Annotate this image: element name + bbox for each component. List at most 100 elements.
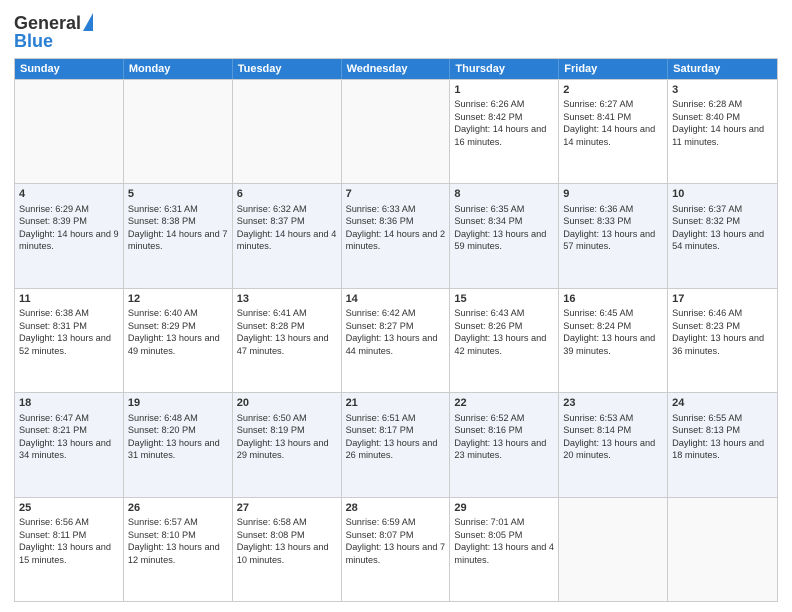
calendar-cell-24: 24 Sunrise: 6:55 AM Sunset: 8:13 PM Dayli… [668, 393, 777, 496]
day-info: Sunrise: 6:33 AM Sunset: 8:36 PM Dayligh… [346, 204, 446, 251]
calendar-cell-5: 5Sunrise: 6:31 AM Sunset: 8:38 PM Daylig… [124, 184, 233, 287]
calendar-cell-29: 29Sunrise: 7:01 AM Sunset: 8:05 PM Dayli… [450, 498, 559, 601]
day-info: Sunrise: 6:32 AM Sunset: 8:37 PM Dayligh… [237, 204, 337, 251]
calendar-cell-empty-0-2 [233, 80, 342, 183]
day-info: Sunrise: 6:48 AM Sunset: 8:20 PM Dayligh… [128, 413, 220, 460]
day-number: 11 [19, 292, 119, 307]
day-info: Sunrise: 6:56 AM Sunset: 8:11 PM Dayligh… [19, 517, 111, 564]
day-number: 8 [454, 187, 554, 202]
day-number: 17 [672, 292, 773, 307]
weekday-header-sunday: Sunday [15, 59, 124, 79]
day-info: Sunrise: 6:59 AM Sunset: 8:07 PM Dayligh… [346, 517, 446, 564]
calendar-cell-26: 26Sunrise: 6:57 AM Sunset: 8:10 PM Dayli… [124, 498, 233, 601]
day-number: 15 [454, 292, 554, 307]
day-number: 2 [563, 83, 663, 98]
calendar-cell-16: 16Sunrise: 6:45 AM Sunset: 8:24 PM Dayli… [559, 289, 668, 392]
day-info: Sunrise: 6:42 AM Sunset: 8:27 PM Dayligh… [346, 308, 438, 355]
day-number: 25 [19, 501, 119, 516]
weekday-header-friday: Friday [559, 59, 668, 79]
day-info: Sunrise: 6:50 AM Sunset: 8:19 PM Dayligh… [237, 413, 329, 460]
calendar-cell-21: 21Sunrise: 6:51 AM Sunset: 8:17 PM Dayli… [342, 393, 451, 496]
day-info: Sunrise: 6:53 AM Sunset: 8:14 PM Dayligh… [563, 413, 655, 460]
day-number: 4 [19, 187, 119, 202]
day-number: 29 [454, 501, 554, 516]
day-info: Sunrise: 6:57 AM Sunset: 8:10 PM Dayligh… [128, 517, 220, 564]
day-info: Sunrise: 6:40 AM Sunset: 8:29 PM Dayligh… [128, 308, 220, 355]
calendar-cell-14: 14Sunrise: 6:42 AM Sunset: 8:27 PM Dayli… [342, 289, 451, 392]
day-info: Sunrise: 6:31 AM Sunset: 8:38 PM Dayligh… [128, 204, 228, 251]
calendar-cell-1: 1Sunrise: 6:26 AM Sunset: 8:42 PM Daylig… [450, 80, 559, 183]
page: General Blue SundayMondayTuesdayWednesda… [0, 0, 792, 612]
calendar-cell-20: 20 Sunrise: 6:50 AM Sunset: 8:19 PM Dayli… [233, 393, 342, 496]
calendar-row-2: 11Sunrise: 6:38 AM Sunset: 8:31 PM Dayli… [15, 288, 777, 392]
calendar-cell-6: 6 Sunrise: 6:32 AM Sunset: 8:37 PM Daylig… [233, 184, 342, 287]
day-number: 19 [128, 396, 228, 411]
calendar-cell-2: 2Sunrise: 6:27 AM Sunset: 8:41 PM Daylig… [559, 80, 668, 183]
calendar-cell-empty-0-3 [342, 80, 451, 183]
calendar-cell-empty-0-0 [15, 80, 124, 183]
day-number: 18 [19, 396, 119, 411]
weekday-header-thursday: Thursday [450, 59, 559, 79]
day-number: 6 [237, 187, 337, 202]
calendar-cell-11: 11Sunrise: 6:38 AM Sunset: 8:31 PM Dayli… [15, 289, 124, 392]
calendar: SundayMondayTuesdayWednesdayThursdayFrid… [14, 58, 778, 602]
calendar-cell-3: 3Sunrise: 6:28 AM Sunset: 8:40 PM Daylig… [668, 80, 777, 183]
day-info: Sunrise: 6:55 AM Sunset: 8:13 PM Dayligh… [672, 413, 764, 460]
day-info: Sunrise: 6:36 AM Sunset: 8:33 PM Dayligh… [563, 204, 655, 251]
day-number: 1 [454, 83, 554, 98]
calendar-cell-15: 15Sunrise: 6:43 AM Sunset: 8:26 PM Dayli… [450, 289, 559, 392]
day-info: Sunrise: 6:51 AM Sunset: 8:17 PM Dayligh… [346, 413, 438, 460]
calendar-cell-17: 17Sunrise: 6:46 AM Sunset: 8:23 PM Dayli… [668, 289, 777, 392]
calendar-cell-9: 9Sunrise: 6:36 AM Sunset: 8:33 PM Daylig… [559, 184, 668, 287]
calendar-row-4: 25Sunrise: 6:56 AM Sunset: 8:11 PM Dayli… [15, 497, 777, 601]
weekday-header-wednesday: Wednesday [342, 59, 451, 79]
calendar-cell-13: 13Sunrise: 6:41 AM Sunset: 8:28 PM Dayli… [233, 289, 342, 392]
calendar-cell-empty-4-6 [668, 498, 777, 601]
day-info: Sunrise: 6:47 AM Sunset: 8:21 PM Dayligh… [19, 413, 111, 460]
day-number: 12 [128, 292, 228, 307]
calendar-cell-23: 23 Sunrise: 6:53 AM Sunset: 8:14 PM Dayli… [559, 393, 668, 496]
logo-blue: Blue [14, 32, 53, 52]
day-info: Sunrise: 6:43 AM Sunset: 8:26 PM Dayligh… [454, 308, 546, 355]
calendar-cell-4: 4 Sunrise: 6:29 AM Sunset: 8:39 PM Daylig… [15, 184, 124, 287]
day-info: Sunrise: 6:37 AM Sunset: 8:32 PM Dayligh… [672, 204, 764, 251]
calendar-cell-28: 28Sunrise: 6:59 AM Sunset: 8:07 PM Dayli… [342, 498, 451, 601]
day-number: 28 [346, 501, 446, 516]
calendar-cell-10: 10 Sunrise: 6:37 AM Sunset: 8:32 PM Dayli… [668, 184, 777, 287]
calendar-row-0: 1Sunrise: 6:26 AM Sunset: 8:42 PM Daylig… [15, 79, 777, 183]
day-info: Sunrise: 6:28 AM Sunset: 8:40 PM Dayligh… [672, 99, 764, 146]
day-number: 14 [346, 292, 446, 307]
calendar-cell-12: 12Sunrise: 6:40 AM Sunset: 8:29 PM Dayli… [124, 289, 233, 392]
calendar-cell-19: 19 Sunrise: 6:48 AM Sunset: 8:20 PM Dayli… [124, 393, 233, 496]
calendar-cell-7: 7 Sunrise: 6:33 AM Sunset: 8:36 PM Daylig… [342, 184, 451, 287]
logo-triangle-icon [83, 13, 93, 31]
day-info: Sunrise: 6:45 AM Sunset: 8:24 PM Dayligh… [563, 308, 655, 355]
day-number: 20 [237, 396, 337, 411]
day-number: 24 [672, 396, 773, 411]
calendar-row-3: 18 Sunrise: 6:47 AM Sunset: 8:21 PM Dayli… [15, 392, 777, 496]
weekday-header-saturday: Saturday [668, 59, 777, 79]
calendar-cell-18: 18 Sunrise: 6:47 AM Sunset: 8:21 PM Dayli… [15, 393, 124, 496]
day-info: Sunrise: 6:46 AM Sunset: 8:23 PM Dayligh… [672, 308, 764, 355]
day-number: 27 [237, 501, 337, 516]
day-number: 23 [563, 396, 663, 411]
day-info: Sunrise: 6:52 AM Sunset: 8:16 PM Dayligh… [454, 413, 546, 460]
day-info: Sunrise: 6:58 AM Sunset: 8:08 PM Dayligh… [237, 517, 329, 564]
day-number: 26 [128, 501, 228, 516]
day-info: Sunrise: 6:29 AM Sunset: 8:39 PM Dayligh… [19, 204, 119, 251]
day-number: 16 [563, 292, 663, 307]
calendar-cell-25: 25Sunrise: 6:56 AM Sunset: 8:11 PM Dayli… [15, 498, 124, 601]
day-number: 3 [672, 83, 773, 98]
day-info: Sunrise: 7:01 AM Sunset: 8:05 PM Dayligh… [454, 517, 554, 564]
day-number: 7 [346, 187, 446, 202]
day-number: 10 [672, 187, 773, 202]
calendar-header: SundayMondayTuesdayWednesdayThursdayFrid… [15, 59, 777, 79]
day-number: 22 [454, 396, 554, 411]
day-info: Sunrise: 6:26 AM Sunset: 8:42 PM Dayligh… [454, 99, 546, 146]
day-info: Sunrise: 6:41 AM Sunset: 8:28 PM Dayligh… [237, 308, 329, 355]
day-info: Sunrise: 6:35 AM Sunset: 8:34 PM Dayligh… [454, 204, 546, 251]
calendar-cell-8: 8 Sunrise: 6:35 AM Sunset: 8:34 PM Daylig… [450, 184, 559, 287]
weekday-header-monday: Monday [124, 59, 233, 79]
calendar-row-1: 4 Sunrise: 6:29 AM Sunset: 8:39 PM Daylig… [15, 183, 777, 287]
calendar-cell-empty-0-1 [124, 80, 233, 183]
